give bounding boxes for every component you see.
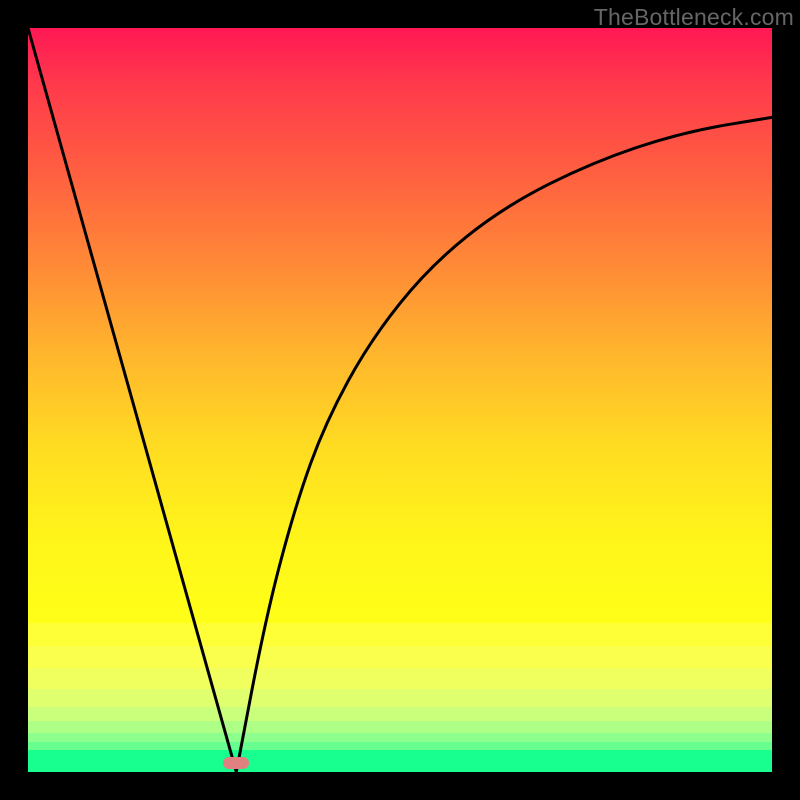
plot-area (28, 28, 772, 772)
curve-path (28, 28, 772, 772)
watermark-text: TheBottleneck.com (594, 4, 794, 31)
chart-frame: TheBottleneck.com (0, 0, 800, 800)
minimum-marker (223, 757, 249, 769)
bottleneck-curve (28, 28, 772, 772)
